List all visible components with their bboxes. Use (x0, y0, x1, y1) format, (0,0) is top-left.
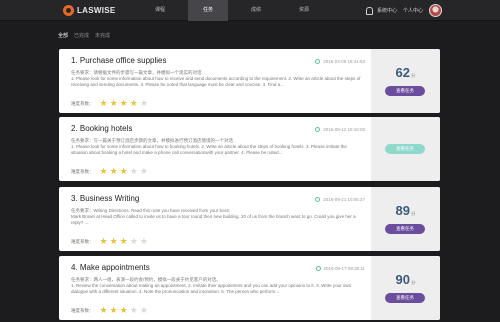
star-icon: ★ (129, 98, 138, 108)
task-card[interactable]: 1. Purchase office supplies 2016-03-09 18… (59, 49, 440, 113)
view-task-button[interactable]: 查看任务 (385, 144, 425, 154)
notice-center-link[interactable]: 系统中心 (377, 7, 397, 14)
star-icon: ★ (139, 236, 148, 246)
task-score-panel: 查看任务 (371, 117, 440, 181)
rating-label: 难度系数： (71, 307, 94, 313)
tab-all[interactable]: 全部 (58, 30, 68, 42)
clock-icon (315, 127, 321, 132)
difficulty-rating: 难度系数： ★ ★ ★ ★ ★ (71, 237, 150, 246)
view-task-button[interactable]: 查看任务 (385, 224, 425, 234)
star-icon: ★ (119, 305, 128, 315)
star-icon: ★ (139, 98, 148, 108)
clock-icon (315, 266, 321, 271)
score-value: 89 (395, 203, 410, 218)
task-filter-tabs: 全部 已完成 未完成 (58, 30, 116, 42)
task-description: 1. Please look for some information abou… (71, 144, 347, 155)
task-date-text: 2016-03-09 18:41:53 (323, 59, 365, 64)
brand-logo[interactable]: LASWISE (63, 5, 116, 16)
rating-label: 难度系数： (71, 238, 94, 244)
task-date: 2016-09-12 15:16:03 (315, 127, 365, 132)
bell-icon[interactable] (365, 6, 373, 15)
task-date: 2016-09-17 09:30:11 (315, 266, 365, 271)
star-icon: ★ (109, 98, 118, 108)
star-icon: ★ (99, 305, 108, 315)
task-date-text: 2016-09-21 10:05:27 (323, 197, 365, 202)
task-description: Mark Brown at Head Office called to invi… (71, 214, 356, 225)
view-task-button[interactable]: 查看任务 (385, 86, 425, 96)
score-value: 62 (395, 65, 410, 80)
nav-item-resources[interactable]: 资源 (284, 0, 324, 21)
star-icon: ★ (119, 166, 128, 176)
star-icon: ★ (109, 166, 118, 176)
task-card-body: 2. Booking hotels 2016-09-12 15:16:03 任务要求… (59, 117, 371, 181)
task-description: 1. Review the conversation about making … (71, 283, 352, 294)
view-task-button[interactable]: 查看任务 (385, 293, 425, 303)
score-unit: 分 (410, 211, 416, 216)
score-unit: 分 (410, 280, 416, 285)
nav-item-tasks[interactable]: 任务 (188, 0, 228, 21)
score-unit: 分 (410, 73, 416, 78)
star-icon: ★ (139, 305, 148, 315)
tab-completed[interactable]: 已完成 (74, 30, 89, 42)
task-card-body: 4. Make appointments 2016-09-17 09:30:11 任… (59, 256, 371, 320)
task-score: 62分 (371, 64, 440, 82)
task-card-body: 3. Business Writing 2016-09-21 10:05:27 任务… (59, 187, 371, 251)
task-date-text: 2016-09-17 09:30:11 (323, 266, 365, 271)
user-menu-button[interactable]: 个人中心 (403, 7, 423, 14)
task-score: 90分 (371, 271, 440, 289)
task-score: 89分 (371, 202, 440, 220)
star-icon: ★ (99, 166, 108, 176)
star-icon: ★ (139, 166, 148, 176)
task-score-panel: 62分查看任务 (371, 49, 440, 113)
star-icon: ★ (109, 236, 118, 246)
difficulty-rating: 难度系数： ★ ★ ★ ★ ★ (71, 306, 150, 315)
main-nav: 课程 任务 成绩 资源 (140, 0, 332, 21)
tab-incomplete[interactable]: 未完成 (95, 30, 110, 42)
task-description: 1. Please look for some information abou… (71, 76, 361, 87)
avatar[interactable] (429, 4, 442, 17)
logo-text: LASWISE (77, 6, 116, 15)
star-icon: ★ (119, 236, 128, 246)
task-card[interactable]: 4. Make appointments 2016-09-17 09:30:11 任… (59, 256, 440, 320)
difficulty-rating: 难度系数： ★ ★ ★ ★ ★ (71, 99, 150, 108)
star-icon: ★ (129, 236, 138, 246)
nav-item-grades[interactable]: 成绩 (236, 0, 276, 21)
star-icon: ★ (99, 236, 108, 246)
clock-icon (315, 59, 321, 64)
logo-icon (63, 5, 74, 16)
task-card[interactable]: 3. Business Writing 2016-09-21 10:05:27 任务… (59, 187, 440, 251)
task-date: 2016-09-21 10:05:27 (315, 197, 365, 202)
top-navigation-bar: LASWISE 课程 任务 成绩 资源 系统中心 个人中心 (0, 0, 500, 21)
task-score-panel: 89分查看任务 (371, 187, 440, 251)
rating-label: 难度系数： (71, 100, 94, 106)
star-icon: ★ (119, 98, 128, 108)
rating-label: 难度系数： (71, 168, 94, 174)
task-date: 2016-03-09 18:41:53 (315, 59, 365, 64)
task-date-text: 2016-09-12 15:16:03 (323, 127, 365, 132)
difficulty-rating: 难度系数： ★ ★ ★ ★ ★ (71, 167, 150, 176)
score-value: 90 (395, 272, 410, 287)
top-right-controls: 系统中心 个人中心 (365, 4, 442, 17)
star-icon: ★ (129, 166, 138, 176)
clock-icon (315, 197, 321, 202)
star-icon: ★ (99, 98, 108, 108)
nav-item-courses[interactable]: 课程 (140, 0, 180, 21)
star-icon: ★ (129, 305, 138, 315)
task-card[interactable]: 2. Booking hotels 2016-09-12 15:16:03 任务要求… (59, 117, 440, 181)
task-score-panel: 90分查看任务 (371, 256, 440, 320)
star-icon: ★ (109, 305, 118, 315)
task-card-body: 1. Purchase office supplies 2016-03-09 18… (59, 49, 371, 113)
